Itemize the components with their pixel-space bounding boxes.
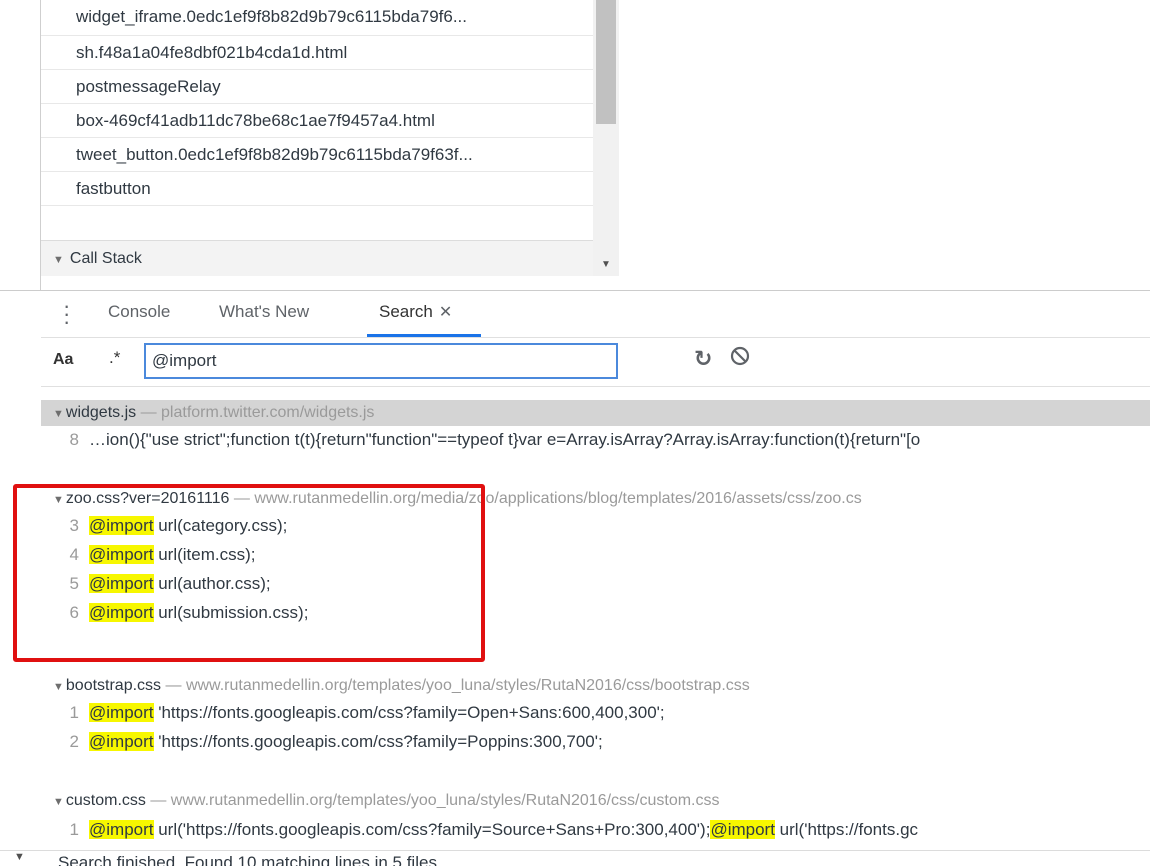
result-file-path: www.rutanmedellin.org/media/zoo/applicat… xyxy=(254,490,862,507)
frames-list: widget_iframe.0edc1ef9f8b82d9b79c6115bda… xyxy=(41,0,593,240)
tab-search[interactable]: Search ✕ xyxy=(379,291,452,337)
result-line[interactable]: 2 @import 'https://fonts.googleapis.com/c… xyxy=(41,728,1150,756)
result-file-path: platform.twitter.com/widgets.js xyxy=(161,404,375,421)
match-highlight: @import xyxy=(89,820,154,839)
triangle-down-icon: ▼ xyxy=(53,796,64,808)
tab-search-label: Search xyxy=(379,302,433,321)
separator: — xyxy=(229,490,255,507)
triangle-down-icon: ▼ xyxy=(53,408,64,420)
status-text: Search finished. Found 10 matching lines… xyxy=(58,853,442,866)
active-tab-indicator xyxy=(367,334,481,337)
frame-item[interactable]: widget_iframe.0edc1ef9f8b82d9b79c6115bda… xyxy=(41,0,593,36)
result-line[interactable]: 3 @import url(category.css); xyxy=(41,512,1150,540)
scroll-down-arrow-icon[interactable]: ▼ xyxy=(598,258,614,272)
result-file-header[interactable]: ▼ bootstrap.css — www.rutanmedellin.org/t… xyxy=(41,673,1150,699)
separator: — xyxy=(145,792,171,809)
search-results: ▼ widgets.js — platform.twitter.com/widge… xyxy=(41,398,1150,850)
line-number: 3 xyxy=(69,516,79,535)
status-bar: ▼ Search finished. Found 10 matching lin… xyxy=(0,850,1150,866)
line-text: url('https://fonts.googleapis.com/css?fa… xyxy=(153,820,711,839)
line-text: url(item.css); xyxy=(153,545,256,564)
left-gutter xyxy=(0,0,40,865)
more-options-icon[interactable]: · · · xyxy=(63,295,70,333)
frame-item[interactable]: postmessageRelay xyxy=(41,70,593,104)
tab-whats-new[interactable]: What's New xyxy=(219,291,309,337)
line-text: 'https://fonts.googleapis.com/css?family… xyxy=(153,703,665,722)
line-number: 6 xyxy=(69,603,79,622)
line-number: 5 xyxy=(69,574,79,593)
line-number: 1 xyxy=(69,820,79,839)
result-line[interactable]: 4 @import url(item.css); xyxy=(41,541,1150,569)
match-highlight: @import xyxy=(89,603,154,622)
match-highlight: @import xyxy=(710,820,775,839)
close-icon[interactable]: ✕ xyxy=(439,304,452,321)
clear-icon[interactable] xyxy=(729,345,751,367)
result-file-path: www.rutanmedellin.org/templates/yoo_luna… xyxy=(185,677,750,694)
line-text: url(submission.css); xyxy=(153,603,309,622)
frame-item[interactable]: fastbutton xyxy=(41,172,593,206)
result-file-header[interactable]: ▼ zoo.css?ver=20161116 — www.rutanmedelli… xyxy=(41,486,1150,512)
result-line[interactable]: 8 …ion(){"use strict";function t(t){retur… xyxy=(41,426,1150,454)
match-highlight: @import xyxy=(89,703,154,722)
scrollbar-thumb[interactable] xyxy=(596,0,616,124)
result-file-name: bootstrap.css xyxy=(65,677,162,694)
separator: — xyxy=(161,677,186,694)
search-toolbar: Aa .* ↻ xyxy=(41,338,1150,387)
drawer-tabbar: · · · Console What's New Search ✕ xyxy=(41,291,1150,338)
match-highlight: @import xyxy=(89,516,154,535)
call-stack-label: Call Stack xyxy=(69,250,142,267)
triangle-down-icon[interactable]: ▼ xyxy=(14,851,25,863)
result-file-header[interactable]: ▼ widgets.js — platform.twitter.com/widge… xyxy=(41,400,1150,426)
triangle-down-icon: ▼ xyxy=(53,681,64,693)
result-file-name: widgets.js xyxy=(65,404,137,421)
frame-item[interactable]: box-469cf41adb11dc78be68c1ae7f9457a4.htm… xyxy=(41,104,593,138)
triangle-down-icon: ▼ xyxy=(53,494,64,506)
line-text: url('https://fonts.gc xyxy=(774,820,919,839)
result-file-header[interactable]: ▼ custom.css — www.rutanmedellin.org/temp… xyxy=(41,788,1150,814)
line-number: 4 xyxy=(69,545,79,564)
call-stack-header[interactable]: ▼ Call Stack xyxy=(41,240,593,276)
match-case-button[interactable]: Aa xyxy=(53,351,73,369)
result-file-name: custom.css xyxy=(65,792,146,809)
frame-item[interactable]: sh.f48a1a04fe8dbf021b4cda1d.html xyxy=(41,36,593,70)
line-text: 'https://fonts.googleapis.com/css?family… xyxy=(153,732,603,751)
tab-console[interactable]: Console xyxy=(108,291,170,337)
line-text: url(author.css); xyxy=(153,574,271,593)
line-text: …ion(){"use strict";function t(t){return… xyxy=(89,430,921,449)
line-text: url(category.css); xyxy=(153,516,288,535)
line-number: 8 xyxy=(69,430,79,449)
line-number: 2 xyxy=(69,732,79,751)
result-file-path: www.rutanmedellin.org/templates/yoo_luna… xyxy=(170,792,720,809)
search-input[interactable] xyxy=(144,343,618,379)
line-number: 1 xyxy=(69,703,79,722)
match-highlight: @import xyxy=(89,574,154,593)
result-line[interactable]: 1 @import url('https://fonts.googleapis.c… xyxy=(41,816,1150,844)
match-highlight: @import xyxy=(89,545,154,564)
result-line[interactable]: 6 @import url(submission.css); xyxy=(41,599,1150,627)
frame-item[interactable]: tweet_button.0edc1ef9f8b82d9b79c6115bda7… xyxy=(41,138,593,172)
triangle-down-icon: ▼ xyxy=(53,254,64,266)
result-file-name: zoo.css?ver=20161116 xyxy=(65,490,230,507)
result-line[interactable]: 1 @import 'https://fonts.googleapis.com/c… xyxy=(41,699,1150,727)
match-highlight: @import xyxy=(89,732,154,751)
regex-button[interactable]: .* xyxy=(109,348,120,368)
separator: — xyxy=(136,404,162,421)
result-line[interactable]: 5 @import url(author.css); xyxy=(41,570,1150,598)
refresh-icon[interactable]: ↻ xyxy=(694,346,712,372)
